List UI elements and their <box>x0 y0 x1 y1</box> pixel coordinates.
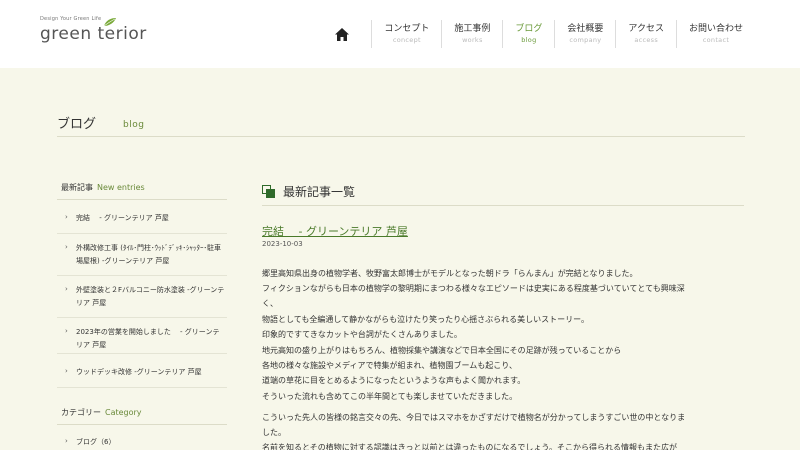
nav-item-label: 施工事例 <box>454 24 491 34</box>
sidebar-entry-label: 完結 - グリーンテリア 芦屋 <box>76 214 169 222</box>
sidebar-entry-label: ウッドデッキ改修 -グリーンテリア 芦屋 <box>76 368 202 376</box>
nav-item-sublabel: concept <box>392 36 421 44</box>
nav-item-sublabel: company <box>569 36 602 44</box>
nav-item-blog[interactable]: ブログ blog <box>502 20 554 48</box>
section-header: 最新記事一覧 <box>262 182 744 206</box>
logo-tagline: Design Your Green Life <box>40 16 102 22</box>
copy-icon <box>262 185 275 198</box>
post-body-line: そういった流れも含めてこの半年間とても楽しませていただきました。 <box>262 392 518 401</box>
post-body-line: 郷里高知県出身の植物学者、牧野富太郎博士がモデルとなった朝ドラ「らんまん」が完結… <box>262 269 638 278</box>
chevron-right-icon: › <box>65 213 68 221</box>
sidebar-category-heading: カテゴリー Category <box>57 405 227 425</box>
post-title-link[interactable]: 完結 - グリーンテリア 芦屋 <box>262 223 408 239</box>
nav-item-company[interactable]: 会社概要 company <box>554 20 615 48</box>
sidebar-heading-label-en: Category <box>105 408 142 417</box>
site-logo[interactable]: Design Your Green Life green terior <box>40 16 146 56</box>
nav-item-sublabel: works <box>462 36 483 44</box>
global-nav: コンセプト concept 施工事例 works ブログ blog 会社概要 c… <box>333 20 755 48</box>
post-body-line: 印象的ですてきなカットや台詞がたくさんありました。 <box>262 330 462 339</box>
sidebar-entry-label: 外構改修工事 (ﾀｲﾙ･門柱･ｳｯﾄﾞﾃﾞｯｷ･ｼｬｯﾀｰ･駐車場屋根) -グリ… <box>76 244 221 265</box>
sidebar-heading-label: カテゴリー <box>61 408 101 417</box>
post-body-line: フィクションながらも日本の植物学の黎明期にまつわる様々なエピソードは史実にある程… <box>262 284 685 293</box>
nav-item-works[interactable]: 施工事例 works <box>441 20 502 48</box>
sidebar-heading-label: 最新記事 <box>61 183 93 192</box>
sidebar-entry-link[interactable]: › 完結 - グリーンテリア 芦屋 <box>57 210 227 234</box>
sidebar-category-link[interactable]: › ブログ（6） <box>57 434 227 450</box>
page-title-en: blog <box>123 120 145 130</box>
post-body-line: 物語としても全編通して静かながらも泣けたり笑ったり心揺さぶられる美しいストーリー… <box>262 315 590 324</box>
nav-item-concept[interactable]: コンセプト concept <box>371 20 441 48</box>
post-body-line: こういった先人の皆様の銘言交々の先、今日ではスマホをかざすだけで植物名が分かって… <box>262 413 686 422</box>
nav-item-label: ブログ <box>515 24 543 34</box>
nav-item-sublabel: access <box>634 36 659 44</box>
home-icon <box>335 27 350 41</box>
nav-item-label: お問い合わせ <box>688 24 743 34</box>
sidebar-new-entries-heading: 最新記事 New entries <box>57 180 227 200</box>
post-body-line: 地元高知の盛り上がりはもちろん、植物採集や講演などで日本全国にその足跡が残ってい… <box>262 346 622 355</box>
sidebar-entry-link[interactable]: › 外構改修工事 (ﾀｲﾙ･門柱･ｳｯﾄﾞﾃﾞｯｷ･ｼｬｯﾀｰ･駐車場屋根) -… <box>57 240 227 276</box>
nav-item-label: コンセプト <box>384 24 430 34</box>
post-body-line: く、 <box>262 299 278 308</box>
nav-item-sublabel: blog <box>521 36 537 44</box>
nav-item-label: アクセス <box>628 24 664 34</box>
section-title: 最新記事一覧 <box>283 185 356 199</box>
nav-home[interactable] <box>333 20 371 48</box>
post-date: 2023-10-03 <box>262 240 303 248</box>
chevron-right-icon: › <box>65 285 68 293</box>
sidebar-heading-label-en: New entries <box>97 183 145 192</box>
sidebar-entry-link[interactable]: › 2023年の営業を開始しました - グリーンテリア 芦屋 <box>57 324 227 354</box>
sidebar-entry-link[interactable]: › 外壁塗装と２Fバルコニー防水塗装 -グリーンテリア 芦屋 <box>57 282 227 318</box>
nav-item-contact[interactable]: お問い合わせ contact <box>675 20 755 48</box>
sidebar-category-label: ブログ（6） <box>76 438 116 446</box>
post-body-line: 名前を知るとその植物に対する認識はきっと以前とは違ったものになるでしょう。そこか… <box>262 443 677 450</box>
chevron-right-icon: › <box>65 243 68 251</box>
page-header: ブログ blog <box>57 113 745 137</box>
logo-wordmark: green terior <box>40 24 147 44</box>
sidebar-entry-label: 2023年の営業を開始しました - グリーンテリア 芦屋 <box>76 328 220 349</box>
chevron-right-icon: › <box>65 437 68 445</box>
nav-item-label: 会社概要 <box>567 24 604 34</box>
sidebar-entry-link[interactable]: › ウッドデッキ改修 -グリーンテリア 芦屋 <box>57 364 227 388</box>
chevron-right-icon: › <box>65 327 68 335</box>
nav-item-access[interactable]: アクセス access <box>615 20 676 48</box>
sidebar-entry-label: 外壁塗装と２Fバルコニー防水塗装 -グリーンテリア 芦屋 <box>76 286 225 307</box>
page-title: ブログ <box>57 117 97 132</box>
site-header: Design Your Green Life green terior コンセプ… <box>0 0 800 68</box>
post-body-line: 各地の様々な施設やメディアで特集が組まれ、植物園ブームも起こり、 <box>262 361 517 370</box>
post-body-line: した。 <box>262 428 286 437</box>
post-body-line: 道端の草花に目をとめるようになったというような声もよく聞かれます。 <box>262 376 526 385</box>
chevron-right-icon: › <box>65 367 68 375</box>
nav-item-sublabel: contact <box>702 36 730 44</box>
